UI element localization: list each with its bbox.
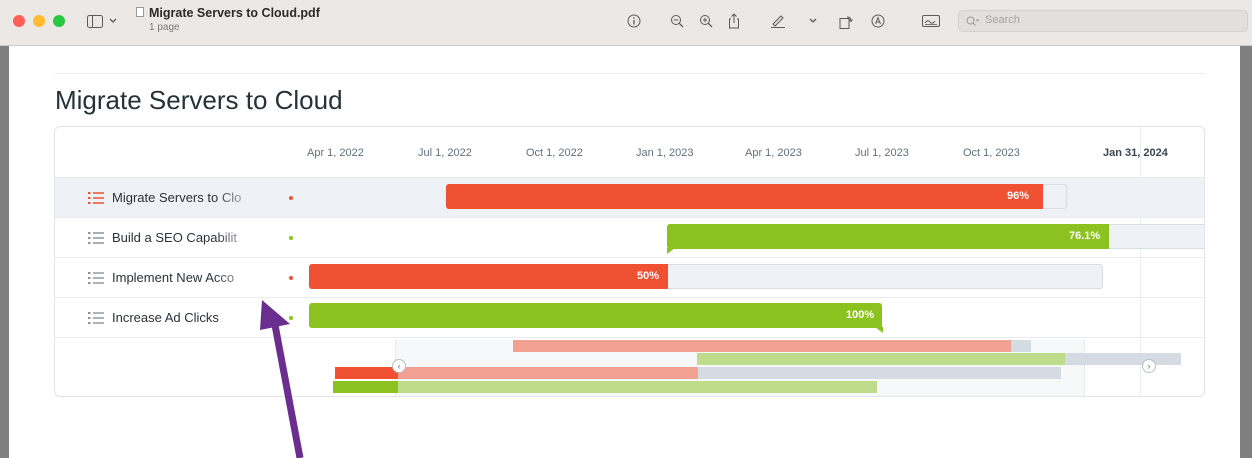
zoom-out-icon[interactable] [669, 10, 685, 32]
gantt-row[interactable]: Build a SEO Capabilit 76.1% [55, 217, 1204, 257]
close-window-button[interactable] [13, 15, 25, 27]
gantt-row[interactable]: Implement New Acco 50% [55, 257, 1204, 297]
zoom-in-icon[interactable] [698, 10, 714, 32]
task-list-icon [88, 232, 104, 244]
markup-pen-icon[interactable] [769, 10, 787, 32]
gantt-row[interactable]: Increase Ad Clicks 100% [55, 297, 1204, 337]
axis-label: Jul 1, 2022 [418, 147, 472, 159]
axis-label: Apr 1, 2022 [307, 147, 364, 159]
minimize-window-button[interactable] [33, 15, 45, 27]
progress-label: 100% [846, 309, 875, 321]
search-icon [966, 14, 980, 32]
page-title: Migrate Servers to Cloud [55, 85, 343, 115]
bar-flag [875, 327, 883, 333]
axis-label: Apr 1, 2023 [745, 147, 802, 159]
task-name[interactable]: Increase Ad Clicks [112, 310, 254, 325]
axis-label: Oct 1, 2022 [526, 147, 583, 159]
document-icon [136, 7, 144, 17]
scroll-left-icon[interactable]: ‹ [392, 359, 406, 373]
markup-circle-icon[interactable] [870, 10, 886, 32]
chevron-down-icon[interactable] [808, 10, 818, 32]
gantt-chart: Apr 1, 2022 Jul 1, 2022 Oct 1, 2022 Jan … [54, 126, 1205, 397]
task-bar-progress[interactable] [309, 303, 882, 328]
overview-bar [398, 367, 698, 379]
maximize-window-button[interactable] [53, 15, 65, 27]
progress-label: 50% [637, 270, 660, 282]
task-bar-progress[interactable] [446, 184, 1043, 209]
overview-bar [335, 367, 398, 379]
overview-bar [398, 381, 877, 393]
label-fade [215, 224, 260, 252]
overview-bar [513, 340, 1011, 352]
axis-label: Oct 1, 2023 [963, 147, 1020, 159]
progress-label: 76.1% [1069, 230, 1101, 242]
share-icon[interactable] [726, 10, 742, 32]
chevron-down-icon[interactable] [108, 10, 118, 32]
document-page-count: 1 page [149, 22, 180, 33]
status-dot [289, 236, 293, 240]
info-icon[interactable] [626, 10, 642, 32]
progress-label: 96% [1007, 190, 1030, 202]
preview-window: Migrate Servers to Cloud.pdf 1 page Sear… [0, 0, 1252, 458]
axis-label: Jul 1, 2023 [855, 147, 909, 159]
bar-flag [667, 248, 675, 254]
status-dot [289, 196, 293, 200]
overview-bar [1011, 340, 1031, 352]
overview-bar [333, 381, 398, 393]
label-fade [215, 264, 260, 292]
search-placeholder: Search [985, 14, 1020, 26]
divider [55, 73, 1205, 74]
task-list-icon [88, 312, 104, 324]
status-dot [289, 276, 293, 280]
overview-bar [698, 367, 1061, 379]
rotate-icon[interactable] [838, 10, 854, 32]
scroll-right-icon[interactable]: › [1142, 359, 1156, 373]
axis-label: Jan 1, 2023 [636, 147, 694, 159]
axis-label-end: Jan 31, 2024 [1103, 147, 1168, 159]
window-toolbar: Migrate Servers to Cloud.pdf 1 page Sear… [0, 0, 1252, 46]
sidebar-toggle-icon[interactable] [86, 10, 104, 32]
signature-icon[interactable] [921, 10, 941, 32]
gantt-row[interactable]: Migrate Servers to Clo 96% [55, 177, 1204, 217]
task-bar-progress[interactable] [309, 264, 668, 289]
label-fade [215, 184, 260, 212]
timeline-overview[interactable]: ‹ › [55, 337, 1204, 396]
overview-bar [1065, 353, 1181, 365]
task-bar-progress[interactable] [667, 224, 1109, 249]
document-title[interactable]: Migrate Servers to Cloud.pdf [149, 6, 320, 20]
task-list-icon [88, 272, 104, 284]
overview-bar [697, 353, 1065, 365]
status-dot [289, 316, 293, 320]
task-list-icon [88, 192, 104, 204]
